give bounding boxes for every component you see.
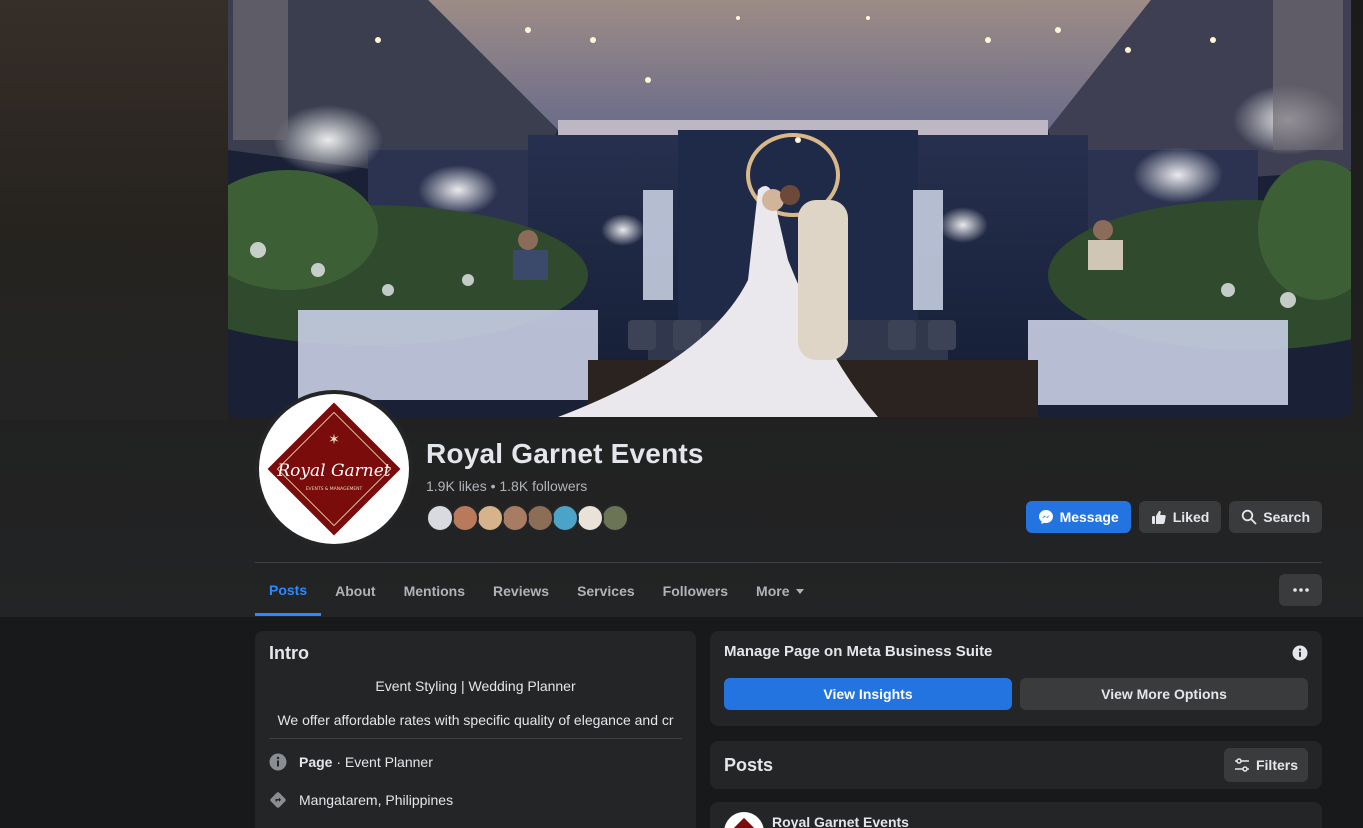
intro-bio: We offer affordable rates with specific … [277, 712, 674, 728]
tab-label: Services [577, 583, 635, 599]
garnet-logo-icon [729, 817, 759, 828]
tab-label: More [756, 583, 790, 599]
info-button[interactable] [1292, 645, 1308, 666]
page-stats[interactable]: 1.9K likes • 1.8K followers [426, 478, 587, 494]
page-logo: ✶ Royal Garnet EVENTS & MANAGEMENT [259, 394, 409, 544]
info-icon [269, 753, 287, 771]
sliders-icon [1234, 758, 1249, 772]
tab-followers[interactable]: Followers [649, 566, 742, 616]
follower-avatars[interactable] [426, 504, 629, 532]
caret-down-icon [796, 589, 805, 594]
directions-icon [270, 792, 286, 808]
ambient-background [0, 0, 228, 420]
tab-about[interactable]: About [321, 566, 389, 616]
business-suite-card: Manage Page on Meta Business Suite View … [710, 631, 1322, 726]
profile-picture[interactable]: ✶ Royal Garnet EVENTS & MANAGEMENT [255, 390, 413, 548]
business-suite-title: Manage Page on Meta Business Suite [724, 643, 993, 660]
thumbs-up-icon [1151, 510, 1166, 524]
logo-wordmark: Royal Garnet [276, 461, 390, 481]
tab-posts[interactable]: Posts [255, 566, 322, 616]
follower-avatar[interactable] [601, 504, 629, 532]
intro-divider [269, 738, 682, 739]
more-options-button[interactable] [1279, 574, 1322, 606]
post-author-avatar[interactable] [724, 812, 764, 828]
page-title: Royal Garnet Events [426, 438, 704, 469]
tab-label: Followers [662, 583, 729, 599]
tab-services[interactable]: Services [563, 566, 649, 616]
category-value: · Event Planner [332, 754, 433, 770]
location-row: Mangatarem, Philippines [269, 791, 682, 809]
garnet-logo-icon: ✶ Royal Garnet EVENTS & MANAGEMENT [267, 402, 401, 536]
search-label: Search [1263, 509, 1310, 525]
follower-avatar[interactable] [576, 504, 604, 532]
follower-avatar[interactable] [526, 504, 554, 532]
follower-avatar[interactable] [551, 504, 579, 532]
logo-subtext: EVENTS & MANAGEMENT [306, 486, 363, 492]
ellipsis-icon [1292, 588, 1309, 592]
filters-button[interactable]: Filters [1223, 748, 1308, 782]
intro-title: Intro [269, 643, 309, 663]
tab-label: Mentions [403, 583, 466, 599]
follower-avatar[interactable] [426, 504, 454, 532]
view-more-options-button[interactable]: View More Options [1020, 678, 1308, 710]
messenger-icon [1038, 510, 1053, 524]
view-insights-button[interactable]: View Insights [724, 678, 1012, 710]
cover-photo[interactable] [228, 0, 1351, 417]
category-row: Page · Event Planner [269, 753, 682, 771]
follower-avatar[interactable] [476, 504, 504, 532]
tab-reviews[interactable]: Reviews [479, 566, 563, 616]
post-author-name[interactable]: Royal Garnet Events [772, 814, 909, 828]
tab-label: Posts [269, 581, 308, 598]
posts-header: Posts Filters [710, 741, 1322, 789]
search-button[interactable]: Search [1229, 501, 1322, 533]
info-icon [1292, 645, 1308, 661]
tab-more[interactable]: More [742, 566, 819, 616]
location-text[interactable]: Mangatarem, Philippines [299, 792, 453, 808]
tab-label: Reviews [493, 583, 550, 599]
intro-card: Intro Event Styling | Wedding Planner We… [255, 631, 696, 828]
message-button[interactable]: Message [1025, 501, 1131, 533]
follower-avatar[interactable] [451, 504, 479, 532]
follower-avatar[interactable] [501, 504, 529, 532]
tab-mentions[interactable]: Mentions [390, 566, 479, 616]
business-suite-actions: View Insights View More Options [724, 678, 1308, 710]
tab-label: About [335, 583, 376, 599]
category-type: Page [299, 754, 333, 770]
posts-title: Posts [724, 754, 774, 775]
svg-text:✶: ✶ [328, 432, 340, 448]
intro-tagline: Event Styling | Wedding Planner [375, 678, 576, 694]
page-actions: Message Liked Search [1025, 501, 1322, 533]
search-icon [1242, 509, 1257, 525]
filters-label: Filters [1255, 757, 1298, 773]
liked-label: Liked [1172, 509, 1210, 525]
page-tabs: Posts About Mentions Reviews Services Fo… [255, 566, 819, 616]
liked-button[interactable]: Liked [1138, 501, 1222, 533]
message-label: Message [1059, 509, 1119, 525]
header-divider [255, 562, 1322, 563]
post-card: Royal Garnet Events [710, 802, 1322, 828]
cover-photo-image [228, 0, 1351, 417]
